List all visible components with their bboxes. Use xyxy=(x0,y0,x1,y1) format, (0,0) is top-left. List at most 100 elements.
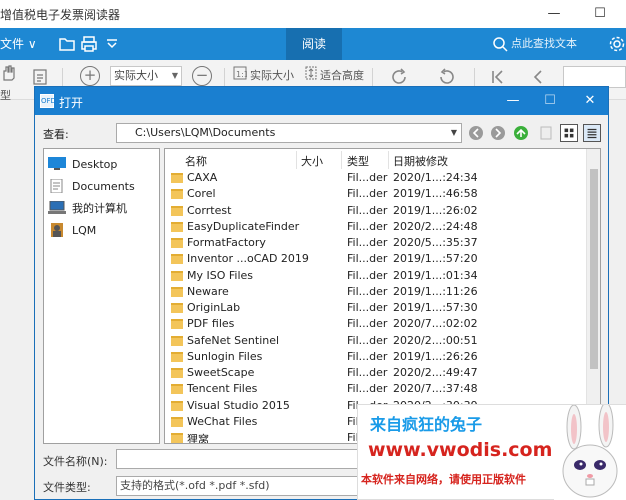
select-text-icon[interactable] xyxy=(32,68,50,86)
file-date: 2020/5...:35:37 xyxy=(393,236,478,249)
table-row[interactable]: Tencent Files Fil...der 2020/7...:37:48 xyxy=(165,381,585,397)
up-folder-icon[interactable] xyxy=(512,124,530,142)
detail-view-icon[interactable] xyxy=(583,124,601,142)
table-row[interactable]: Inventor ...oCAD 2019 Fil...der 2019/1...:… xyxy=(165,251,585,267)
customize-dropdown-icon[interactable] xyxy=(102,34,122,54)
table-row[interactable]: My ISO Files Fil...der 2019/1...:01:34 xyxy=(165,268,585,284)
column-divider xyxy=(341,151,342,169)
app-title: 增值税电子发票阅读器 xyxy=(0,8,121,22)
column-header-date[interactable]: 日期被修改 xyxy=(393,153,448,169)
file-type: Fil...der xyxy=(347,333,388,347)
file-date: 2020/2...:49:47 xyxy=(393,366,478,379)
sidebar-item-label: LQM xyxy=(72,223,97,237)
look-in-combo[interactable]: C:\Users\LQM\Documents ▼ xyxy=(116,123,462,143)
search-icon[interactable] xyxy=(492,36,508,52)
file-date: 2020/2...:24:48 xyxy=(393,219,478,233)
zoom-select-value: 实际大小 xyxy=(114,69,158,82)
table-row[interactable]: Corrtest Fil...der 2019/1...:26:02 xyxy=(165,203,585,219)
table-row[interactable]: Neware Fil...der 2019/1...:11:26 xyxy=(165,284,585,300)
table-row[interactable]: PDF files Fil...der 2020/7...:02:02 xyxy=(165,316,585,332)
file-type: Fil...der xyxy=(347,236,388,249)
hand-tool-icon[interactable] xyxy=(0,64,16,82)
file-date: 2019/1...:01:34 xyxy=(393,268,478,282)
table-row[interactable]: FormatFactory Fil...der 2020/5...:35:37 xyxy=(165,235,585,251)
sidebar-item-label: 我的计算机 xyxy=(72,202,127,215)
file-type: Fil...der xyxy=(347,219,388,233)
file-name: My ISO Files xyxy=(187,268,254,282)
sidebar-item-label: Desktop xyxy=(72,157,118,171)
file-name: Neware xyxy=(187,284,229,298)
column-header-type[interactable]: 类型 xyxy=(347,153,369,169)
file-name: Tencent Files xyxy=(187,382,258,396)
zoom-in-button[interactable]: + xyxy=(80,66,100,86)
file-date: 2019/1...:57:30 xyxy=(393,301,478,314)
page-number-input[interactable] xyxy=(563,66,626,88)
watermark-line1: 来自疯狂的兔子 xyxy=(370,415,483,434)
folder-icon xyxy=(171,319,183,330)
folder-icon xyxy=(171,205,183,216)
folder-icon xyxy=(171,351,183,362)
actual-size-button[interactable]: 实际大小 xyxy=(250,67,294,83)
search-text-input[interactable]: 点此查找文本 xyxy=(511,35,577,51)
maximize-button[interactable]: ☐ xyxy=(584,0,616,28)
forward-icon[interactable] xyxy=(489,124,507,142)
gear-icon[interactable] xyxy=(608,35,626,53)
file-type: Fil...der xyxy=(347,187,388,201)
list-view-icon[interactable] xyxy=(560,124,578,142)
previous-page-icon[interactable] xyxy=(530,68,546,86)
watermark-notice: 本软件来自网络，请使用正版软件 xyxy=(361,473,526,486)
file-name: WeChat Files xyxy=(187,414,258,428)
file-type: Fil...der xyxy=(347,268,388,282)
sidebar-item-documents[interactable]: Documents xyxy=(48,176,135,196)
dialog-close-button[interactable]: ✕ xyxy=(575,87,605,115)
file-menu[interactable]: 文件 ∨ xyxy=(0,35,37,52)
folder-icon xyxy=(171,173,183,183)
print-icon[interactable] xyxy=(79,34,99,54)
zoom-select[interactable]: 实际大小 ▼ xyxy=(110,66,182,86)
sidebar-item-label: Documents xyxy=(72,179,135,193)
table-row[interactable]: Sunlogin Files Fil...der 2019/1...:26:26 xyxy=(165,349,585,365)
file-list-scrollbar[interactable] xyxy=(586,149,600,443)
rotate-clockwise-icon[interactable] xyxy=(388,66,410,88)
back-icon[interactable] xyxy=(467,124,485,142)
minimize-button[interactable]: — xyxy=(538,0,570,28)
file-name: PDF files xyxy=(187,317,235,331)
column-divider xyxy=(296,151,297,169)
table-row[interactable]: EasyDuplicateFinder Fil...der 2020/2...:24… xyxy=(165,219,585,235)
table-row[interactable]: CAXA Fil...der 2020/1...:24:34 xyxy=(165,170,585,186)
file-date: 2020/1...:24:34 xyxy=(393,171,478,184)
table-row[interactable]: SafeNet Sentinel Fil...der 2020/2...:00:51 xyxy=(165,333,585,349)
folder-icon xyxy=(171,400,183,411)
sidebar-item-computer[interactable]: 我的计算机 xyxy=(48,198,127,218)
file-name: Visual Studio 2015 xyxy=(187,398,290,412)
dialog-maximize-button[interactable]: ☐ xyxy=(535,87,565,115)
rotate-counterclockwise-icon[interactable] xyxy=(436,66,458,88)
scrollbar-thumb[interactable] xyxy=(590,169,598,369)
file-date: 2019/1...:57:20 xyxy=(393,252,478,266)
folder-icon xyxy=(171,189,183,200)
sidebar-item-desktop[interactable]: Desktop xyxy=(48,154,117,174)
table-row[interactable]: OriginLab Fil...der 2019/1...:57:30 xyxy=(165,300,585,316)
sidebar-item-user[interactable]: LQM xyxy=(48,220,96,240)
column-header-size[interactable]: 大小 xyxy=(301,153,323,169)
file-name: Inventor ...oCAD 2019 xyxy=(187,252,309,266)
first-page-icon[interactable] xyxy=(490,68,506,86)
dialog-minimize-button[interactable]: — xyxy=(498,87,528,115)
open-folder-icon[interactable] xyxy=(57,34,77,54)
column-header-name[interactable]: 名称 xyxy=(185,153,207,169)
fit-height-button[interactable]: 适合高度 xyxy=(320,67,364,83)
folder-icon xyxy=(171,254,183,265)
zoom-out-button[interactable]: − xyxy=(192,66,212,86)
new-folder-icon[interactable] xyxy=(537,124,555,142)
file-type: Fil...der xyxy=(347,317,388,331)
table-row[interactable]: SweetScape Fil...der 2020/2...:49:47 xyxy=(165,365,585,381)
tab-read[interactable]: 阅读 xyxy=(286,28,342,60)
computer-icon xyxy=(48,201,66,214)
file-name: Corel xyxy=(187,187,216,201)
table-row[interactable]: Corel Fil...der 2019/1...:46:58 xyxy=(165,186,585,202)
chevron-down-icon: ▼ xyxy=(171,71,178,80)
file-type: Fil...der xyxy=(347,284,388,298)
toolbar-cut-label: 型 xyxy=(0,89,11,102)
file-type: Fil...der xyxy=(347,171,388,184)
folder-icon xyxy=(171,416,183,427)
